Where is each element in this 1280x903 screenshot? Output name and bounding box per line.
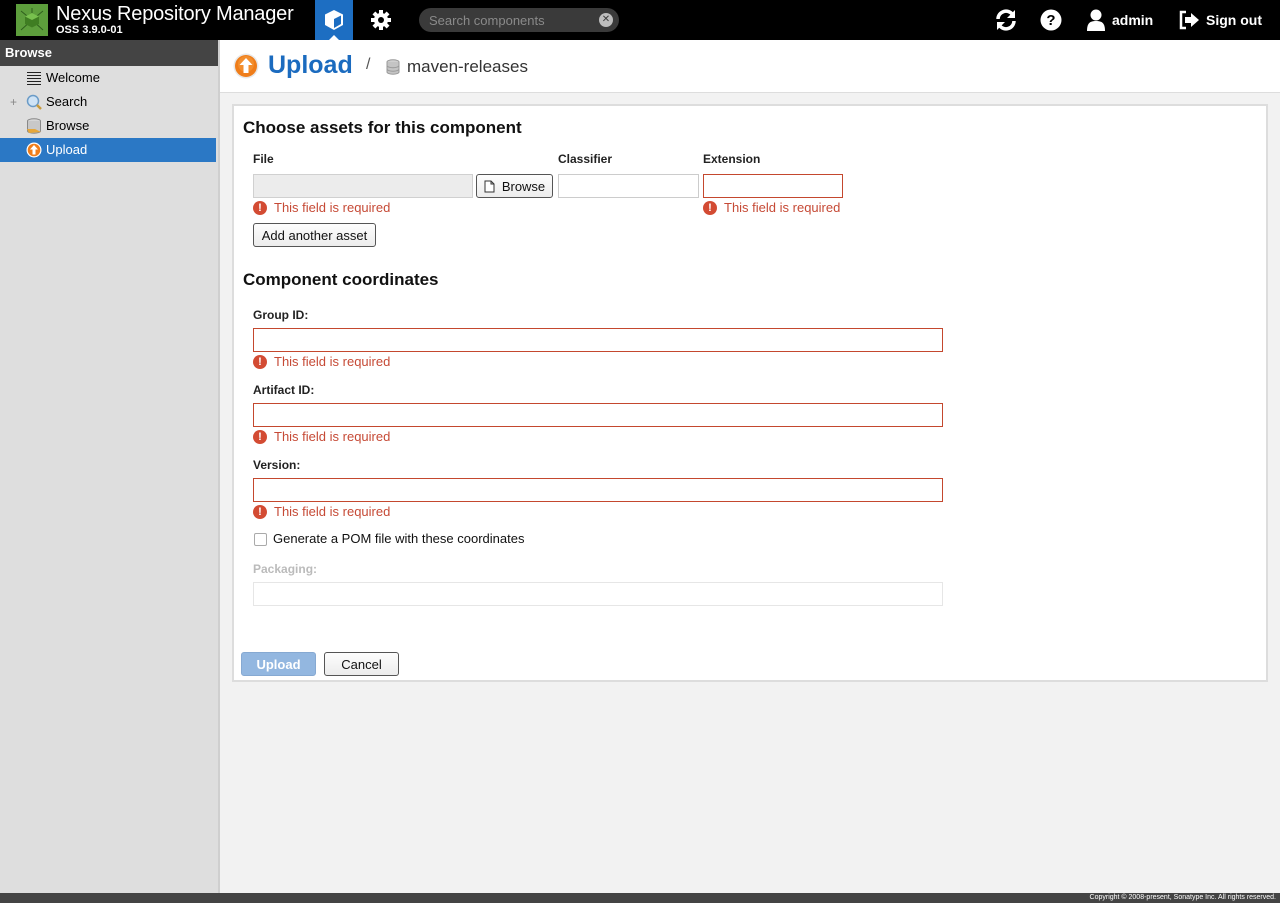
upload-form: Choose assets for this component File Cl… [232,104,1268,682]
search-input[interactable] [429,11,594,29]
sign-out-label: Sign out [1206,12,1262,28]
browse-file-button[interactable]: Browse [476,174,553,198]
username: admin [1112,12,1154,28]
upload-button[interactable]: Upload [241,652,316,676]
extension-field[interactable] [703,174,843,198]
sidebar-item-welcome[interactable]: Welcome [0,66,218,90]
classifier-field[interactable] [558,174,699,198]
error-icon: ! [253,429,267,444]
file-icon [484,180,495,192]
sidebar-item-label: Upload [46,142,88,157]
page-title: Upload [268,51,353,79]
add-another-asset-button[interactable]: Add another asset [253,223,376,247]
error-icon: ! [253,504,267,519]
expand-icon[interactable]: + [10,90,17,114]
generate-pom-label[interactable]: Generate a POM file with these coordinat… [273,531,524,546]
main-content: Upload / maven-releases Choose assets fo… [220,40,1280,893]
cancel-button[interactable]: Cancel [324,652,399,676]
artifact-id-error: ! This field is required [253,429,390,444]
sidebar-item-browse[interactable]: Browse [0,114,218,138]
sign-out-icon [1179,10,1199,30]
sidebar: Browse Welcome + Search Browse Upload [0,40,220,893]
search-box: ✕ [419,8,619,32]
version-field[interactable] [253,478,943,502]
artifact-id-label: Artifact ID: [253,383,315,397]
upload-icon [233,53,259,79]
clear-icon[interactable]: ✕ [599,13,613,27]
footer: Copyright © 2008-present, Sonatype Inc. … [0,893,1280,903]
sidebar-item-search[interactable]: + Search [0,90,218,114]
sidebar-item-label: Browse [46,118,90,133]
file-field[interactable] [253,174,473,198]
version-error: ! This field is required [253,504,390,519]
page-header: Upload / maven-releases [220,40,1280,93]
upload-icon [26,142,42,158]
gear-icon [371,10,391,30]
version-label: Version: [253,458,301,472]
browse-file-button-label: Browse [501,178,546,194]
error-text: This field is required [274,504,391,519]
app-version: OSS 3.9.0-01 [56,24,123,36]
copyright-text: Copyright © 2008-present, Sonatype Inc. … [1089,894,1276,901]
packaging-label: Packaging: [253,562,318,576]
breadcrumb-separator: / [366,56,371,73]
sidebar-item-label: Search [46,94,88,109]
packaging-field[interactable] [253,582,943,606]
generate-pom-checkbox[interactable] [254,533,267,546]
sidebar-item-upload[interactable]: Upload [0,138,216,162]
user-menu[interactable]: admin [1086,0,1153,40]
nexus-logo-icon [16,4,48,36]
extension-error: ! This field is required [703,200,840,215]
group-id-error: ! This field is required [253,354,390,369]
admin-mode-button[interactable] [362,0,400,40]
extension-label: Extension [703,152,761,166]
refresh-button[interactable] [994,0,1018,40]
top-header: Nexus Repository Manager OSS 3.9.0-01 ✕ [0,0,1280,40]
error-text: This field is required [274,354,391,369]
cube-icon [325,10,343,30]
assets-section-title: Choose assets for this component [243,118,522,137]
database-icon [27,118,41,134]
error-text: This field is required [274,429,391,444]
classifier-label: Classifier [558,152,613,166]
error-text: This field is required [724,200,841,215]
group-id-field[interactable] [253,328,943,352]
error-icon: ! [253,354,267,369]
file-label: File [253,152,274,166]
group-id-label: Group ID: [253,308,309,322]
error-icon: ! [703,200,717,215]
magnifier-icon [26,94,42,110]
app-title: Nexus Repository Manager [56,3,294,25]
help-icon: ? [1040,9,1062,31]
artifact-id-field[interactable] [253,403,943,427]
sidebar-header: Browse [0,40,218,66]
svg-text:?: ? [1046,12,1055,29]
file-error: ! This field is required [253,200,390,215]
error-text: This field is required [274,200,391,215]
breadcrumb-repository[interactable]: maven-releases [407,57,528,77]
refresh-icon [996,9,1016,31]
list-icon [27,72,41,85]
help-button[interactable]: ? [1040,0,1062,40]
user-icon [1087,9,1105,31]
sidebar-item-label: Welcome [46,70,100,85]
coordinates-section-title: Component coordinates [243,270,439,289]
sign-out-button[interactable]: Sign out [1178,0,1262,40]
error-icon: ! [253,200,267,215]
browse-mode-button[interactable] [315,0,353,40]
repository-icon [386,59,400,75]
